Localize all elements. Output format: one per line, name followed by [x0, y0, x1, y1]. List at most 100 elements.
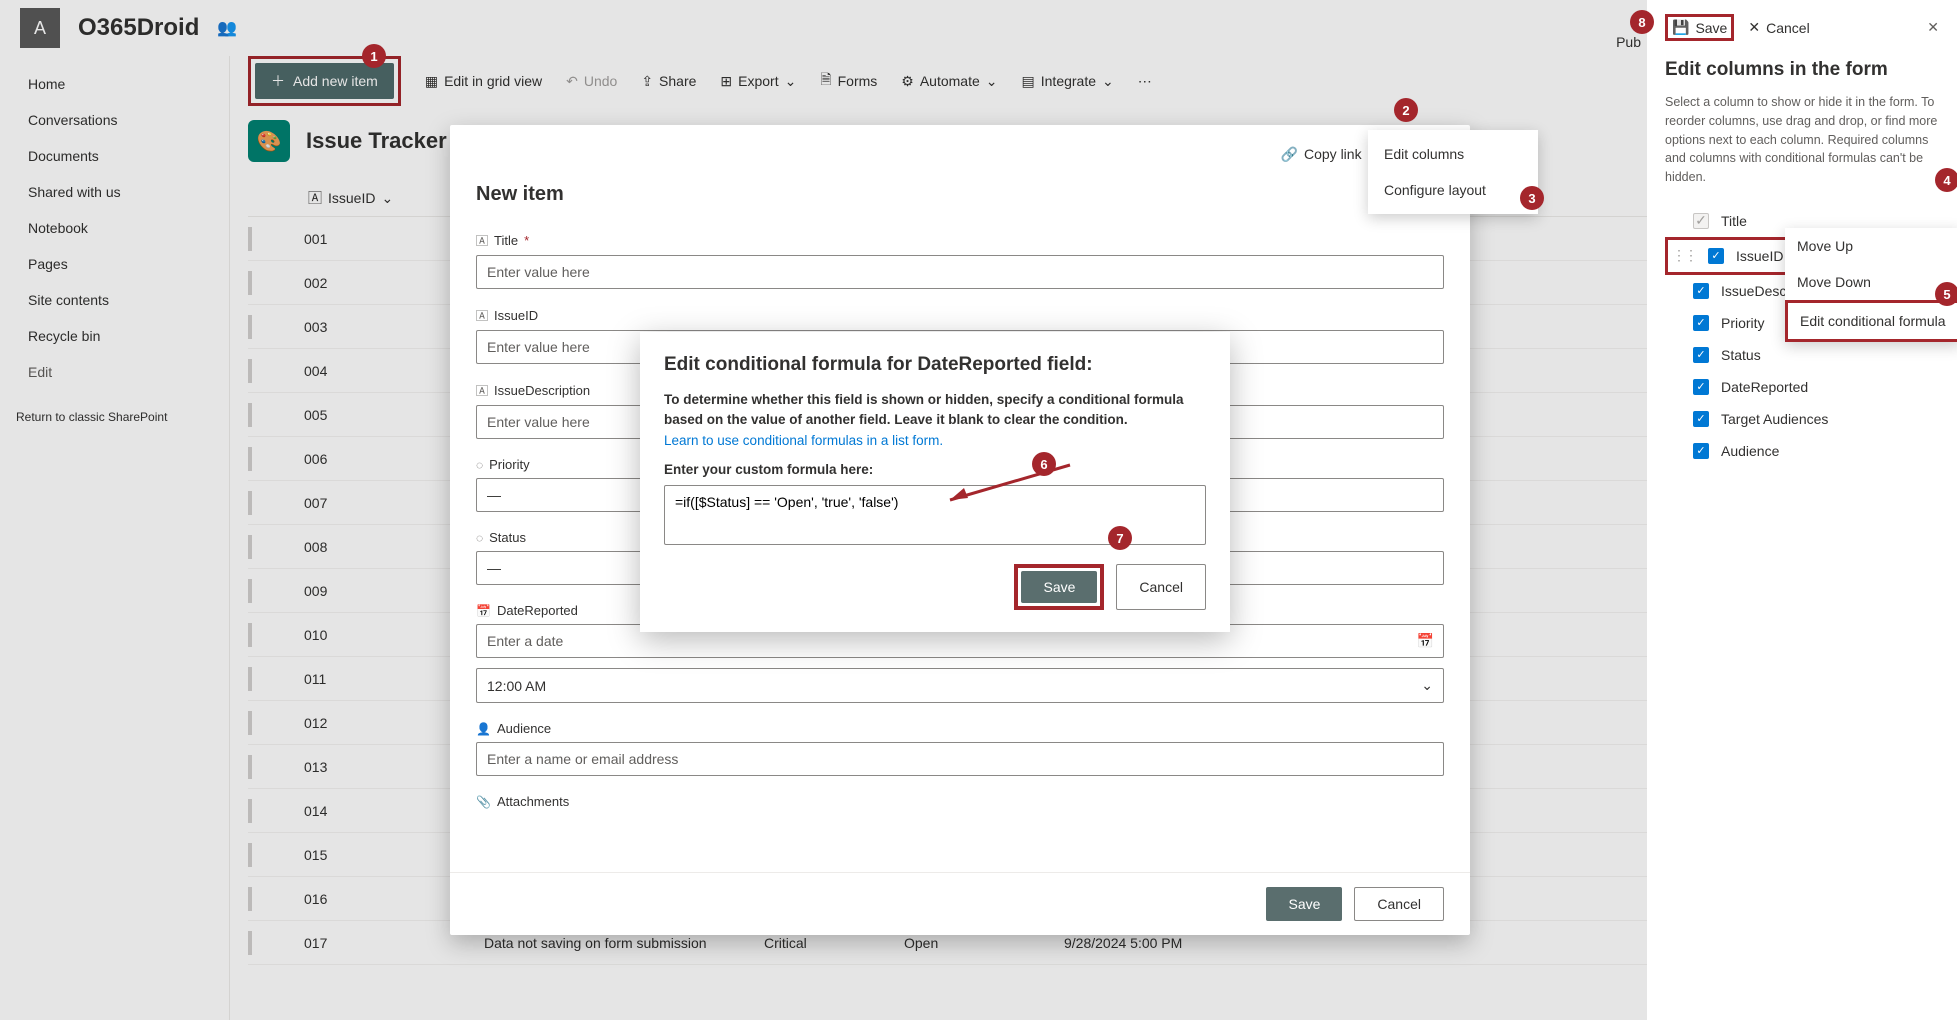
row-marker	[248, 887, 254, 911]
teams-icon: 👥	[217, 18, 237, 38]
more-button[interactable]: ⋯	[1138, 73, 1152, 90]
row-marker	[248, 403, 254, 427]
checkbox-icon[interactable]: ✓	[1693, 379, 1709, 395]
forms-button[interactable]: 🗎Forms	[820, 69, 877, 93]
checkbox-icon[interactable]: ✓	[1693, 347, 1709, 363]
col-row-status[interactable]: ✓ Status	[1665, 339, 1939, 371]
panel-cancel-button[interactable]: ✕Cancel	[1748, 19, 1809, 36]
share-icon: ⇪	[641, 73, 653, 90]
form-settings-menu: Edit columns Configure layout	[1368, 130, 1538, 214]
annotation-badge-4: 4	[1935, 168, 1957, 192]
field-label-status: Status	[489, 530, 526, 545]
share-button[interactable]: ⇪Share	[641, 73, 696, 90]
row-marker	[248, 711, 254, 735]
annotation-badge-2: 2	[1394, 98, 1418, 122]
sidebar-item-shared[interactable]: Shared with us	[0, 174, 229, 210]
col-name-status: Status	[1721, 347, 1761, 363]
col-name-issueid: IssueID	[1736, 248, 1783, 264]
field-label-audience: Audience	[497, 721, 551, 736]
modal-cancel-button[interactable]: Cancel	[1354, 887, 1444, 921]
checkbox-icon[interactable]: ✓	[1693, 411, 1709, 427]
ctx-move-down[interactable]: Move Down	[1785, 264, 1957, 300]
edit-grid-button[interactable]: ▦Edit in grid view	[425, 73, 542, 90]
annotation-badge-6: 6	[1032, 452, 1056, 476]
checkbox-icon[interactable]: ✓	[1693, 443, 1709, 459]
modal-save-button[interactable]: Save	[1266, 887, 1342, 921]
panel-close-icon[interactable]: ✕	[1927, 19, 1939, 36]
calendar-icon: 📅	[476, 604, 491, 618]
menu-configure-layout[interactable]: Configure layout	[1368, 172, 1538, 208]
sidebar-item-conversations[interactable]: Conversations	[0, 102, 229, 138]
row-marker	[248, 843, 254, 867]
audience-input[interactable]	[476, 742, 1444, 776]
col-name-audience: Audience	[1721, 443, 1779, 459]
field-label-issueid: IssueID	[494, 308, 538, 323]
cond-cancel-button[interactable]: Cancel	[1116, 564, 1206, 610]
checkbox-icon[interactable]: ✓	[1693, 283, 1709, 299]
sidebar-item-notebook[interactable]: Notebook	[0, 210, 229, 246]
save-icon: 💾	[1672, 19, 1689, 36]
cell-issueid: 004	[294, 363, 474, 379]
required-marker: *	[524, 233, 529, 248]
calendar-icon[interactable]: 📅	[1417, 633, 1434, 650]
chevron-down-icon: ⌄	[785, 73, 797, 90]
automate-button[interactable]: ⚙Automate⌄	[901, 73, 997, 90]
menu-edit-columns[interactable]: Edit columns	[1368, 136, 1538, 172]
field-label-title: Title	[494, 233, 518, 248]
field-label-attachments: Attachments	[497, 794, 569, 809]
col-row-audience[interactable]: ✓ Audience	[1665, 435, 1939, 467]
col-row-datereported[interactable]: ✓ DateReported	[1665, 371, 1939, 403]
cond-label: Enter your custom formula here:	[664, 462, 1206, 477]
cell-desc: Data not saving on form submission	[474, 935, 754, 951]
row-marker	[248, 799, 254, 823]
sidebar-item-sitecontents[interactable]: Site contents	[0, 282, 229, 318]
col-row-targetaudiences[interactable]: ✓ Target Audiences	[1665, 403, 1939, 435]
ctx-edit-formula[interactable]: Edit conditional formula	[1785, 300, 1957, 342]
copy-link-button[interactable]: 🔗Copy link	[1281, 146, 1362, 163]
sidebar-item-pages[interactable]: Pages	[0, 246, 229, 282]
annotation-badge-7: 7	[1108, 526, 1132, 550]
row-marker	[248, 227, 254, 251]
classic-link[interactable]: Return to classic SharePoint	[0, 390, 229, 444]
checkbox-icon[interactable]: ✓	[1693, 315, 1709, 331]
row-marker	[248, 315, 254, 339]
checkbox-icon[interactable]: ✓	[1708, 248, 1724, 264]
undo-button[interactable]: ↶Undo	[566, 73, 617, 90]
field-label-date: DateReported	[497, 603, 578, 618]
export-icon: ⊞	[720, 73, 732, 90]
status-value: —	[487, 560, 501, 576]
sidebar-item-documents[interactable]: Documents	[0, 138, 229, 174]
title-input[interactable]	[476, 255, 1444, 289]
cell-issueid: 013	[294, 759, 474, 775]
plus-icon: ＋	[271, 71, 285, 91]
time-select[interactable]: 12:00 AM⌄	[476, 668, 1444, 703]
column-context-menu: Move Up Move Down Edit conditional formu…	[1785, 228, 1957, 342]
ctx-move-up[interactable]: Move Up	[1785, 228, 1957, 264]
sidebar-item-home[interactable]: Home	[0, 66, 229, 102]
drag-handle-icon[interactable]: ⋮⋮	[1672, 247, 1696, 264]
cond-save-button[interactable]: Save	[1021, 571, 1097, 603]
forms-icon: 🗎	[820, 69, 831, 93]
panel-save-button[interactable]: 💾Save	[1672, 19, 1727, 36]
row-marker	[248, 755, 254, 779]
col-name-datereported: DateReported	[1721, 379, 1808, 395]
sidebar-item-edit[interactable]: Edit	[0, 354, 229, 390]
cell-issueid: 001	[294, 231, 474, 247]
cell-issueid: 012	[294, 715, 474, 731]
cond-title: Edit conditional formula for DateReporte…	[664, 354, 1206, 376]
list-icon: 🎨	[248, 120, 290, 162]
text-icon: 🄰	[476, 307, 488, 324]
grid-icon: ▦	[425, 73, 438, 90]
export-button[interactable]: ⊞Export⌄	[720, 73, 796, 90]
cell-status: Open	[894, 935, 1054, 951]
cell-issueid: 003	[294, 319, 474, 335]
cond-learn-link[interactable]: Learn to use conditional formulas in a l…	[664, 433, 1206, 448]
row-marker	[248, 931, 254, 955]
integrate-button[interactable]: ▤Integrate⌄	[1022, 73, 1114, 90]
sidebar-item-recycle[interactable]: Recycle bin	[0, 318, 229, 354]
attachment-icon: 📎	[476, 795, 491, 809]
add-new-item-button[interactable]: ＋ Add new item	[255, 63, 394, 99]
cell-priority: Critical	[754, 935, 894, 951]
choice-icon: ◌	[476, 531, 483, 545]
annotation-arrow	[940, 460, 1080, 510]
